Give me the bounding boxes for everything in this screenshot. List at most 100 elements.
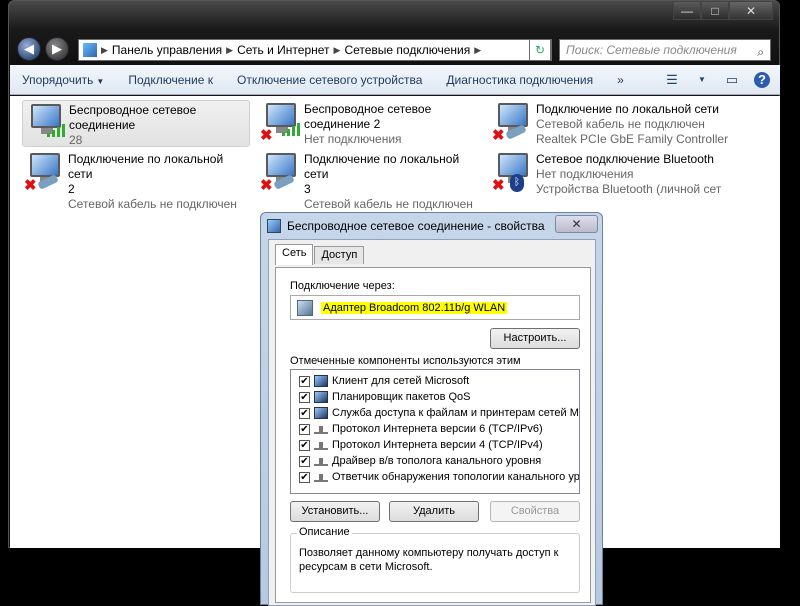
search-icon[interactable]: ⌕: [757, 42, 764, 62]
connection-lan-3[interactable]: ✖ Подключение по локальной сети 3 Сетево…: [258, 150, 486, 211]
connection-device: Realtek PCIe GbE Family Controller: [536, 132, 729, 146]
component-checkbox[interactable]: ✔: [299, 439, 310, 451]
connection-name-2: соединение 2: [304, 117, 381, 131]
dialog-title: Беспроводное сетевое соединение - свойст…: [287, 219, 545, 233]
protocol-icon: [314, 424, 328, 434]
disable-device-button[interactable]: Отключение сетевого устройства: [225, 73, 434, 87]
back-arrow-icon[interactable]: ◀: [17, 37, 41, 61]
disconnected-x-icon: ✖: [492, 127, 505, 144]
list-item[interactable]: ✔ Планировщик пакетов QoS: [291, 389, 579, 405]
view-options-icon[interactable]: ☰: [664, 72, 680, 88]
dialog-titlebar[interactable]: Беспроводное сетевое соединение - свойст…: [261, 213, 602, 239]
connect-to-button[interactable]: Подключение к: [116, 73, 225, 87]
navigation-bar: ◀ ▶ ▶ Панель управления ▶ Сеть и Интерне…: [9, 31, 779, 65]
connection-status: Нет подключения: [536, 167, 634, 181]
tab-network[interactable]: Сеть: [275, 244, 314, 265]
breadcrumb-control-panel[interactable]: Панель управления: [112, 43, 222, 57]
disconnected-x-icon: ✖: [24, 177, 37, 194]
list-item[interactable]: ✔ Протокол Интернета версии 4 (TCP/IPv4): [291, 437, 579, 453]
address-bar[interactable]: ▶ Панель управления ▶ Сеть и Интернет ▶ …: [78, 39, 552, 61]
tab-sharing[interactable]: Доступ: [314, 246, 365, 264]
lan-connection-icon: ✖: [258, 150, 304, 194]
minimize-button[interactable]: —: [673, 1, 701, 20]
configure-button[interactable]: Настроить...: [490, 328, 580, 349]
more-commands-button[interactable]: »: [605, 73, 636, 87]
description-group: Описание Позволяет данному компьютеру по…: [290, 526, 580, 593]
disconnected-x-icon: ✖: [492, 177, 505, 194]
component-checkbox[interactable]: ✔: [299, 375, 310, 387]
connection-status: 28: [69, 133, 83, 147]
connection-status: Сетевой кабель не подключен: [536, 117, 705, 131]
wireless-connection-icon: [23, 101, 69, 145]
disconnected-x-icon: ✖: [260, 177, 273, 194]
network-tab-panel: Подключение через: Адаптер Broadcom 802.…: [275, 267, 591, 603]
component-checkbox[interactable]: ✔: [299, 391, 310, 403]
connection-bluetooth[interactable]: ✖ ᛒ Сетевое подключение Bluetooth Нет по…: [490, 150, 760, 197]
connection-lan-1[interactable]: ✖ Подключение по локальной сети Сетевой …: [490, 100, 760, 147]
dialog-tabs: Сеть Доступ: [275, 244, 365, 267]
adapter-name: Адаптер Broadcom 802.11b/g WLAN: [321, 301, 508, 314]
forward-arrow-icon[interactable]: ▶: [45, 37, 69, 61]
connection-name-2: 3: [304, 182, 311, 196]
connection-name: Беспроводное сетевое: [69, 103, 197, 117]
connection-name: Подключение по локальной сети: [68, 152, 224, 181]
maximize-button[interactable]: □: [701, 1, 729, 20]
chevron-right-icon: ▶: [474, 44, 482, 55]
organize-button[interactable]: Упорядочить ▼: [10, 73, 116, 87]
connection-name: Подключение по локальной сети: [304, 152, 460, 181]
list-item[interactable]: ✔ Протокол Интернета версии 6 (TCP/IPv6): [291, 421, 579, 437]
description-text: Позволяет данному компьютеру получать до…: [299, 547, 559, 573]
list-item[interactable]: ✔ Ответчик обнаружения топологии канально…: [291, 469, 579, 485]
description-legend: Описание: [297, 526, 352, 538]
network-service-icon: [314, 407, 328, 419]
breadcrumb-network-connections[interactable]: Сетевые подключения: [344, 43, 470, 57]
connection-name-2: соединение: [69, 118, 136, 132]
bluetooth-icon: ᛒ: [510, 174, 524, 192]
help-icon[interactable]: ?: [754, 71, 770, 88]
components-list[interactable]: ✔ Клиент для сетей Microsoft ✔ Планировщик…: [290, 369, 580, 494]
dialog-close-button[interactable]: ✕: [555, 215, 598, 233]
install-button[interactable]: Установить...: [290, 501, 380, 522]
connection-name: Беспроводное сетевое: [304, 102, 432, 116]
component-checkbox[interactable]: ✔: [299, 455, 310, 467]
component-checkbox[interactable]: ✔: [299, 423, 310, 435]
properties-dialog: Беспроводное сетевое соединение - свойст…: [260, 212, 603, 606]
chevron-down-icon[interactable]: ▼: [694, 72, 710, 88]
connection-name: Подключение по локальной сети: [536, 102, 719, 116]
search-placeholder: Поиск: Сетевые подключения: [566, 43, 737, 57]
search-input[interactable]: Поиск: Сетевые подключения ⌕: [559, 39, 771, 61]
connection-lan-2[interactable]: ✖ Подключение по локальной сети 2 Сетево…: [22, 150, 250, 211]
connection-name: Сетевое подключение Bluetooth: [536, 152, 714, 166]
protocol-icon: [314, 472, 328, 482]
protocol-icon: [314, 440, 328, 450]
list-item[interactable]: ✔ Клиент для сетей Microsoft: [291, 373, 579, 389]
uninstall-button[interactable]: Удалить: [389, 501, 479, 522]
caption-buttons: — □ ✕: [673, 1, 773, 20]
network-service-icon: [314, 391, 328, 403]
chevron-right-icon: ▶: [333, 44, 341, 55]
connection-name-2: 2: [68, 182, 75, 196]
component-checkbox[interactable]: ✔: [299, 407, 310, 419]
bluetooth-connection-icon: ✖ ᛒ: [490, 150, 536, 194]
preview-pane-icon[interactable]: ▭: [724, 72, 740, 88]
properties-button[interactable]: Свойства: [490, 501, 580, 522]
connection-status: Сетевой кабель не подключен: [68, 197, 237, 211]
adapter-field: Адаптер Broadcom 802.11b/g WLAN: [290, 295, 580, 320]
breadcrumb-network-internet[interactable]: Сеть и Интернет: [237, 43, 329, 57]
list-item[interactable]: ✔ Драйвер в/в тополога канального уровня: [291, 453, 579, 469]
protocol-icon: [314, 456, 328, 466]
disconnected-x-icon: ✖: [260, 127, 273, 144]
connection-wireless-2[interactable]: ✖ Беспроводное сетевое соединение 2 Нет …: [258, 100, 486, 147]
connection-wireless-1[interactable]: Беспроводное сетевое соединение 28: [22, 100, 250, 147]
component-checkbox[interactable]: ✔: [299, 471, 310, 483]
wireless-connection-icon: ✖: [258, 100, 304, 144]
connection-status: Сетевой кабель не подключен: [304, 197, 473, 211]
lan-connection-icon: ✖: [22, 150, 68, 194]
refresh-icon[interactable]: ↻: [529, 39, 551, 61]
close-button[interactable]: ✕: [729, 1, 773, 20]
control-panel-icon: [83, 43, 97, 57]
command-bar: Упорядочить ▼ Подключение к Отключение се…: [10, 65, 780, 95]
list-item[interactable]: ✔ Служба доступа к файлам и принтерам сет…: [291, 405, 579, 421]
chevron-right-icon: ▶: [226, 44, 234, 55]
diagnose-button[interactable]: Диагностика подключения: [434, 73, 605, 87]
